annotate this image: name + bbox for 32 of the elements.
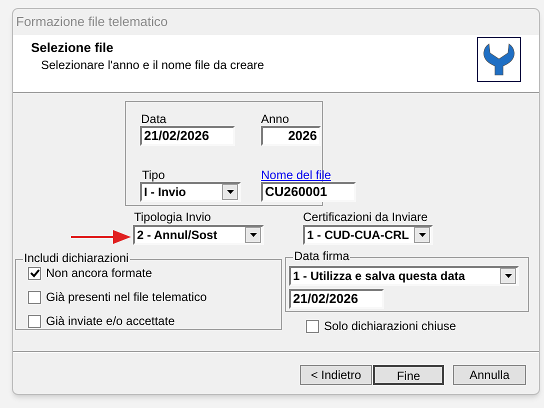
file-name-link[interactable]: Nome del file xyxy=(261,166,332,184)
checkbox-label[interactable]: Già presenti nel file telematico xyxy=(46,288,207,306)
field-label: Certificazioni da Inviare xyxy=(303,209,428,226)
checkbox[interactable] xyxy=(306,320,319,332)
input-field[interactable]: CU260001 xyxy=(261,182,356,202)
checkbox-label[interactable]: Solo dichiarazioni chiuse xyxy=(324,317,456,335)
dropdown[interactable]: 1 - CUD-CUA-CRL xyxy=(303,225,433,245)
dropdown[interactable]: 1 - Utilizza e salva questa data xyxy=(289,266,519,286)
header-title: Selezione file xyxy=(31,39,114,57)
dropdown[interactable]: I - Invio xyxy=(140,182,241,202)
dialog-button[interactable]: Annulla xyxy=(453,365,526,385)
field-label: Anno xyxy=(261,111,290,128)
group-title: Includi dichiarazioni xyxy=(23,251,130,265)
group-title: Data firma xyxy=(293,249,350,263)
checkbox[interactable] xyxy=(28,266,41,280)
field-label: Data xyxy=(141,111,166,128)
dialog-button[interactable]: Fine xyxy=(373,365,444,385)
checkbox-label[interactable]: Non ancora formate xyxy=(46,264,152,282)
window-title: Formazione file telematico xyxy=(16,13,168,32)
wrench-icon xyxy=(477,37,521,82)
field-label: Tipo xyxy=(142,167,165,184)
input-field[interactable]: 21/02/2026 xyxy=(289,289,384,309)
field-label: Tipologia Invio xyxy=(134,209,211,226)
header-subtitle: Selezionare l'anno e il nome file da creare xyxy=(41,57,264,74)
input-field[interactable]: 2026 xyxy=(261,126,321,146)
checkbox[interactable] xyxy=(28,290,41,304)
dropdown[interactable]: 2 - Annul/Sost xyxy=(133,225,264,245)
checkbox-label[interactable]: Già inviate e/o accettate xyxy=(46,312,175,330)
arrow-icon xyxy=(71,229,131,245)
checkbox[interactable] xyxy=(28,314,41,328)
dialog-button[interactable]: < Indietro xyxy=(300,365,372,385)
input-field[interactable]: 21/02/2026 xyxy=(140,126,235,146)
